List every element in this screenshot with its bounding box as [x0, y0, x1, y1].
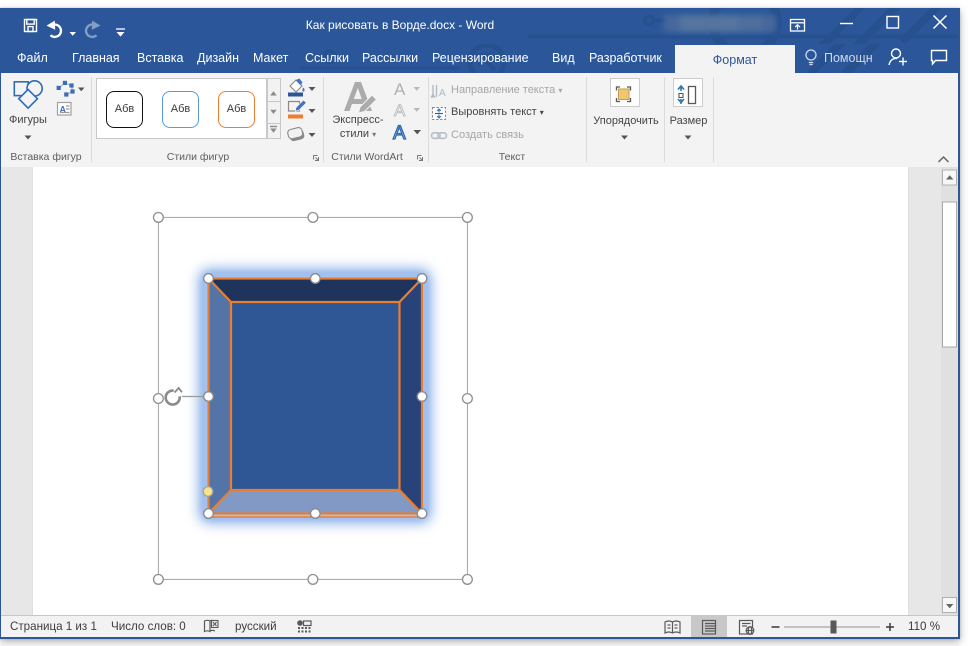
svg-text:A: A [394, 101, 406, 120]
svg-text:A: A [394, 80, 406, 99]
svg-text:A: A [393, 123, 406, 144]
svg-text:А: А [439, 88, 446, 99]
